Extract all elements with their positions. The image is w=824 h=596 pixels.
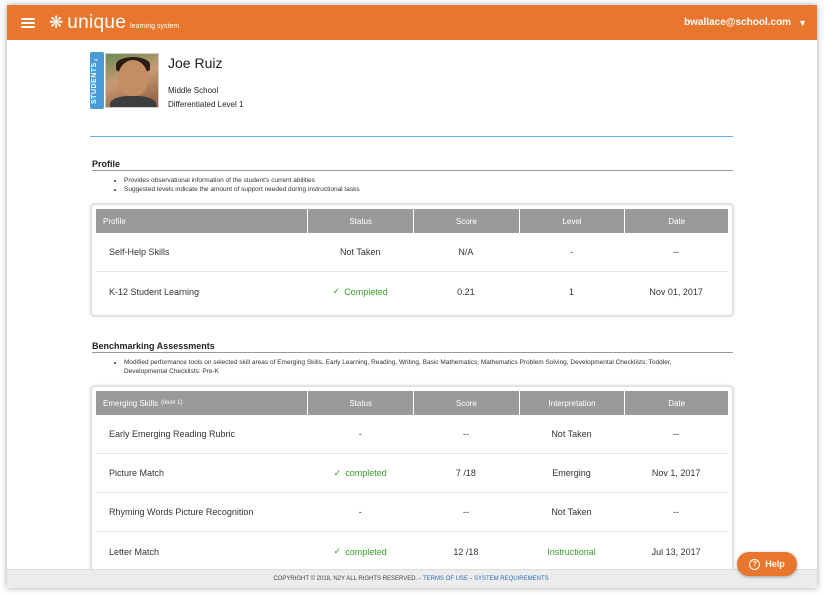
student-name: Joe Ruiz	[168, 55, 223, 71]
assessment-name[interactable]: Rhyming Words Picture Recognition	[96, 493, 307, 531]
date-cell: Nov 1, 2017	[651, 468, 701, 478]
column-header: Score	[413, 209, 519, 233]
snowflake-logo-icon: ❋	[49, 13, 64, 32]
divider	[92, 352, 733, 353]
status-text: completed	[345, 468, 387, 478]
main-content: ⌄ STUDENTS Joe Ruiz Middle School Differ…	[7, 40, 817, 569]
divider	[92, 170, 733, 171]
benchmark-bullets: Modified performance tools on selected s…	[114, 358, 714, 376]
system-requirements-link[interactable]: SYSTEM REQUIREMENTS	[474, 576, 549, 582]
interpretation-cell: Instructional	[547, 546, 596, 557]
table-row[interactable]: Rhyming Words Picture Recognition - -- N…	[96, 493, 728, 532]
score-cell: --	[462, 429, 469, 439]
level-cell: -	[570, 247, 573, 257]
user-email: bwallace@school.com	[684, 17, 792, 28]
logo-word: unique	[67, 11, 127, 33]
checkmark-icon: ✓	[333, 467, 342, 478]
column-header: Status	[307, 391, 413, 415]
hamburger-icon[interactable]	[21, 17, 35, 28]
bullet-item: Suggested levels indicate the amount of …	[124, 185, 360, 194]
level-cell: 1	[568, 286, 574, 297]
question-icon: ?	[749, 558, 761, 570]
student-school: Middle School	[168, 86, 219, 95]
interpretation-cell: Emerging	[552, 468, 591, 478]
status-cell: ✓ completed	[307, 454, 413, 492]
status-cell: ✓ completed	[307, 532, 413, 569]
column-header: Score	[413, 391, 519, 415]
assessment-name[interactable]: Early Emerging Reading Rubric	[96, 415, 307, 453]
status-text: completed	[345, 546, 387, 557]
user-menu[interactable]: bwallace@school.com ▼	[684, 17, 807, 28]
score-cell: 0.21	[457, 286, 475, 297]
profile-table: Profile Status Score Level Date Self-Hel…	[91, 204, 733, 316]
date-cell: --	[673, 507, 680, 517]
date-cell: Nov 01, 2017	[649, 286, 703, 297]
logo-subtitle: learning system	[130, 23, 180, 30]
table-header: Profile Status Score Level Date	[96, 209, 728, 233]
avatar	[105, 53, 159, 108]
profile-section-title: Profile	[92, 159, 121, 169]
column-header: Date	[624, 209, 728, 233]
interpretation-cell: Not Taken	[551, 507, 592, 517]
status-cell: -	[358, 429, 362, 439]
footer-separator: -	[469, 576, 472, 582]
benchmark-section-title: Benchmarking Assessments	[92, 341, 215, 351]
divider	[90, 136, 733, 137]
date-cell: Jul 13, 2017	[651, 546, 701, 557]
interpretation-cell: Not Taken	[551, 429, 592, 439]
status-cell: Not Taken	[340, 247, 381, 257]
chevron-down-icon: ▼	[798, 17, 807, 28]
column-header: Status	[307, 209, 413, 233]
column-header-label: Emerging Skills	[103, 398, 159, 408]
benchmark-table: Emerging Skills (level 1) Status Score In…	[91, 386, 733, 569]
column-header: Level	[518, 209, 625, 233]
table-row[interactable]: Picture Match ✓ completed 7 /18 Emerging …	[96, 454, 728, 493]
students-tab[interactable]: ⌄ STUDENTS	[90, 52, 104, 109]
column-header: Interpretation	[518, 391, 625, 415]
date-cell: --	[673, 247, 680, 257]
help-button[interactable]: ? Help	[737, 552, 797, 576]
column-header: Profile	[103, 216, 126, 226]
column-header-sub: (level 1)	[161, 400, 183, 406]
top-bar: ❋ unique learning system bwallace@school…	[7, 5, 817, 40]
student-level: Differentiated Level 1	[168, 100, 244, 109]
date-cell: --	[673, 429, 680, 439]
status-cell: -	[358, 507, 362, 517]
status-text: Completed	[344, 286, 388, 297]
footer: COPYRIGHT © 2018, N2Y ALL RIGHTS RESERVE…	[7, 569, 817, 588]
table-header: Emerging Skills (level 1) Status Score In…	[96, 391, 728, 415]
score-cell: 12 /18	[453, 546, 479, 557]
score-cell: --	[462, 507, 469, 517]
score-cell: 7 /18	[455, 468, 476, 478]
bullet-item: Provides observational information of th…	[124, 176, 360, 185]
checkmark-icon: ✓	[333, 546, 342, 556]
terms-link[interactable]: TERMS OF USE	[423, 576, 468, 582]
table-row[interactable]: Self-Help Skills Not Taken N/A - --	[96, 233, 728, 272]
profile-bullets: Provides observational information of th…	[114, 176, 360, 194]
help-label: Help	[765, 559, 785, 569]
column-header: Emerging Skills (level 1)	[96, 391, 307, 415]
table-row[interactable]: Early Emerging Reading Rubric - -- Not T…	[96, 415, 728, 454]
column-header: Date	[624, 391, 728, 415]
status-cell: ✓ Completed	[307, 272, 413, 311]
copyright-text: COPYRIGHT © 2018, N2Y ALL RIGHTS RESERVE…	[273, 576, 421, 582]
profile-name[interactable]: Self-Help Skills	[96, 233, 307, 271]
assessment-name[interactable]: Letter Match	[96, 532, 307, 569]
assessment-name[interactable]: Picture Match	[96, 454, 307, 492]
students-tab-label: STUDENTS	[91, 62, 98, 104]
app-window: ❋ unique learning system bwallace@school…	[7, 5, 817, 588]
table-row[interactable]: Letter Match ✓ completed 12 /18 Instructi…	[96, 532, 728, 569]
bullet-item: Modified performance tools on selected s…	[124, 358, 714, 376]
checkmark-icon: ✓	[332, 286, 341, 296]
profile-name[interactable]: K-12 Student Learning	[96, 272, 307, 311]
score-cell: N/A	[458, 247, 474, 257]
table-row[interactable]: K-12 Student Learning ✓ Completed 0.21 1 …	[96, 272, 728, 311]
logo[interactable]: ❋ unique learning system	[49, 12, 179, 34]
